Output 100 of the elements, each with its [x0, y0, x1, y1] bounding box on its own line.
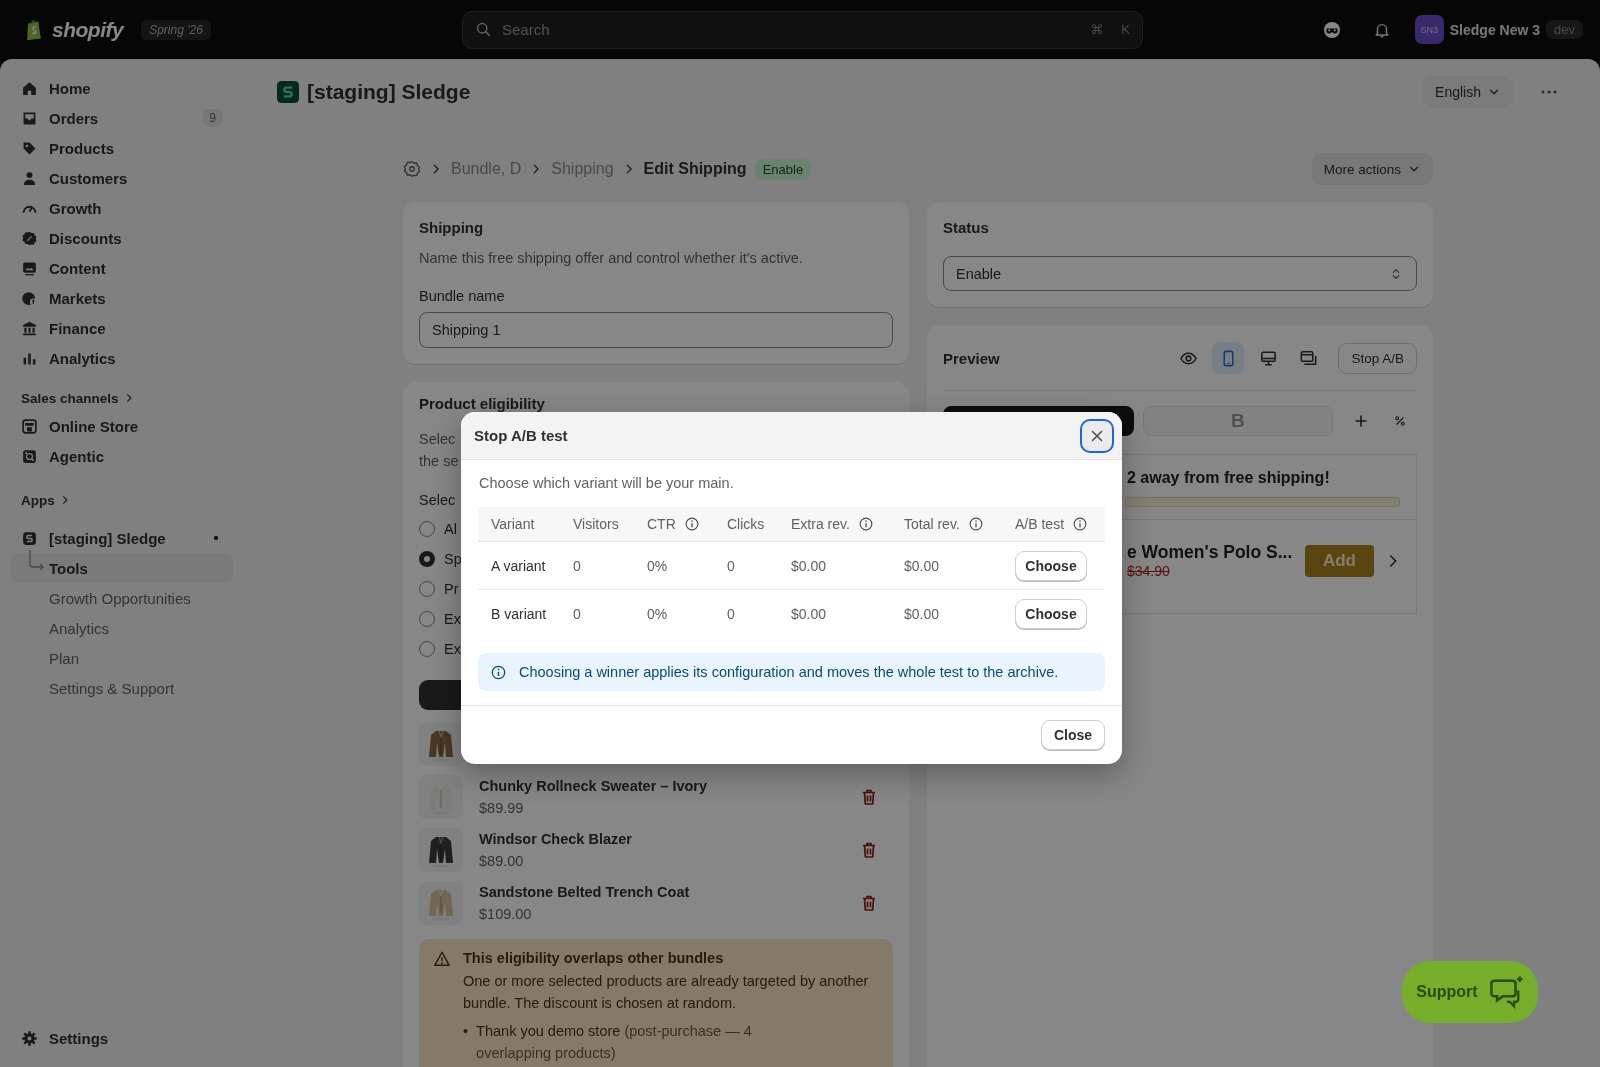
- product-price: $109.00: [479, 905, 533, 922]
- info-icon: [683, 516, 700, 532]
- card-description: the se: [419, 452, 459, 471]
- badge-icon[interactable]: [403, 160, 421, 178]
- sidebar-item[interactable]: Content: [11, 253, 233, 283]
- language-dropdown[interactable]: English: [1423, 76, 1513, 108]
- warning-icon: [433, 950, 451, 968]
- radio-label[interactable]: Ex: [444, 641, 461, 657]
- compare-price: $34.90: [1127, 563, 1171, 579]
- warning-text: One or more selected products are already targeted by another bundle. The discount is chosen at random.: [463, 972, 870, 1013]
- table-cell-text: 0: [573, 557, 582, 574]
- search-icon: [475, 21, 492, 38]
- account-avatar[interactable]: SN3: [1414, 15, 1444, 44]
- product-price: $89.00: [479, 852, 525, 869]
- table-cell-text: A variant: [491, 557, 547, 574]
- dialog-title: Stop A/B test: [474, 427, 569, 444]
- table-cell-text: 0%: [647, 557, 669, 574]
- radio-label[interactable]: Ex: [444, 611, 461, 627]
- table-cell-text: B variant: [491, 605, 548, 622]
- column-header: CTR: [647, 516, 676, 532]
- support-button[interactable]: Support: [1402, 961, 1538, 1023]
- field-label: Bundle name: [419, 288, 505, 304]
- section-link[interactable]: Sales channels: [11, 385, 233, 411]
- table-cell-text: 0: [727, 557, 736, 574]
- more-actions-button[interactable]: More actions: [1311, 153, 1433, 185]
- sidebar-item[interactable]: Home: [11, 73, 233, 103]
- warning-list-item: Thank you demo store (post-purchase — 4 overlapping products): [476, 1022, 753, 1063]
- shipping-message: 2 away from free shipping!: [1126, 468, 1331, 488]
- product-name: Sandstone Belted Trench Coat: [479, 883, 691, 900]
- card-title: Product eligibility: [419, 395, 546, 412]
- sidebar-item[interactable]: Agentic: [11, 441, 233, 471]
- sidebar-item[interactable]: Customers: [11, 163, 233, 193]
- sidebar-item[interactable]: Orders 9: [11, 103, 233, 133]
- close-dialog-button[interactable]: Close: [1040, 720, 1105, 750]
- radio-label[interactable]: Al: [444, 521, 457, 537]
- sidebar-item[interactable]: Discounts: [11, 223, 233, 253]
- app-icon: [21, 529, 38, 547]
- info-icon: [1072, 516, 1089, 532]
- table-cell-text: 0: [573, 605, 582, 622]
- info-icon: [490, 663, 507, 681]
- phone-view-button[interactable]: [1212, 342, 1245, 374]
- person-icon: [21, 169, 38, 187]
- stop-ab-button[interactable]: Stop A/B: [1338, 342, 1417, 374]
- product-name: e Women's Polo S...: [1127, 542, 1294, 563]
- column-header: Variant: [491, 516, 535, 532]
- radio-label[interactable]: Sp: [444, 551, 462, 567]
- bank-icon: [21, 319, 38, 337]
- sidebar-subitem[interactable]: Plan: [11, 643, 233, 673]
- column-header: Visitors: [573, 516, 619, 532]
- search-input[interactable]: Search: [500, 20, 1073, 39]
- sidebar-item[interactable]: Growth: [11, 193, 233, 223]
- choose-button[interactable]: Choose: [1015, 598, 1087, 629]
- warning-title: This eligibility overlaps other bundles: [463, 950, 725, 966]
- section-link[interactable]: Apps: [11, 487, 233, 513]
- table-cell-text: $0.00: [791, 557, 828, 574]
- table-cell-text: $0.00: [904, 557, 941, 574]
- count-badge: 9: [202, 109, 223, 127]
- radio-button[interactable]: [419, 551, 435, 567]
- mask-icon[interactable]: [1321, 19, 1342, 40]
- card-description: Selec: [419, 430, 456, 449]
- brand-logo-text[interactable]: shopify: [52, 17, 124, 42]
- sidebar-item[interactable]: Analytics: [11, 343, 233, 373]
- house-icon: [21, 79, 38, 97]
- card-title: Preview: [943, 349, 1001, 367]
- sidebar-item[interactable]: Products: [11, 133, 233, 163]
- store-icon: [21, 417, 38, 435]
- bundle-name-field[interactable]: Shipping 1: [419, 312, 893, 348]
- badge-icon: [21, 229, 38, 247]
- radio-label[interactable]: Pr: [444, 581, 459, 597]
- sidebar-subitem[interactable]: Growth Opportunities: [11, 583, 233, 613]
- app-title: [staging] Sledge: [307, 80, 471, 104]
- globe-icon: [21, 289, 38, 307]
- sidebar-item[interactable]: Online Store: [11, 411, 233, 441]
- column-header: A/B test: [1015, 516, 1065, 532]
- sidebar-subitem[interactable]: Settings & Support: [11, 673, 233, 703]
- shortcut-key: ⌘: [1090, 22, 1104, 37]
- bullet-marker: •: [463, 1022, 469, 1041]
- percent-icon[interactable]: [1393, 414, 1407, 428]
- column-header: Clicks: [727, 516, 765, 532]
- table-cell-text: 0: [727, 605, 736, 622]
- chat-bubbles-icon: [1489, 975, 1524, 1009]
- settings-item[interactable]: Settings: [11, 1023, 233, 1053]
- sidebar-subitem[interactable]: Analytics: [11, 613, 233, 643]
- product-price: $89.99: [479, 799, 525, 816]
- add-button[interactable]: Add: [1304, 544, 1374, 577]
- info-icon: [857, 516, 874, 532]
- sidebar-item[interactable]: [staging] Sledge: [11, 523, 233, 553]
- close-button[interactable]: [1080, 418, 1114, 453]
- dialog-text: Choose which variant will be your main.: [479, 475, 735, 491]
- product-name: Chunky Rollneck Sweater – Ivory: [479, 777, 709, 794]
- choose-button[interactable]: Choose: [1015, 550, 1087, 581]
- app-logo-icon: [277, 81, 299, 103]
- sidebar-subitem[interactable]: Tools: [11, 553, 233, 583]
- sidebar-item[interactable]: Finance: [11, 313, 233, 343]
- account-name[interactable]: Sledge New 3: [1449, 21, 1541, 38]
- dot-icon: [213, 535, 219, 541]
- card-title: Status: [943, 219, 990, 236]
- status-select[interactable]: Enable: [943, 256, 1417, 291]
- info-icon: [967, 516, 984, 532]
- sidebar-item[interactable]: Markets: [11, 283, 233, 313]
